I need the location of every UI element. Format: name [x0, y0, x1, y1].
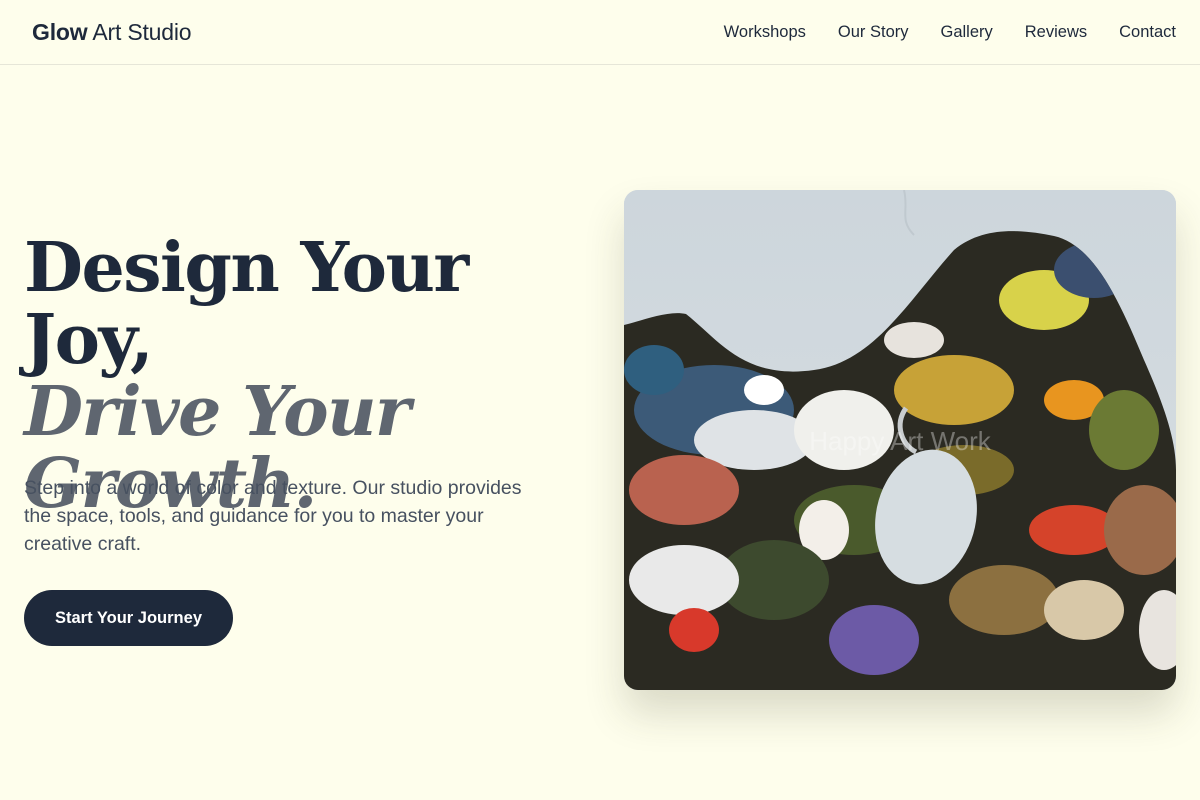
paint-palette-illustration: Happy Art Work	[624, 190, 1176, 690]
hero-image-paint-palette: Happy Art Work	[624, 190, 1176, 690]
image-watermark: Happy Art Work	[809, 426, 992, 456]
logo-light-text: Art Studio	[92, 18, 192, 45]
hero-subtitle: Step into a world of color and texture. …	[24, 477, 522, 555]
nav-link-our-story[interactable]: Our Story	[838, 23, 909, 42]
site-logo[interactable]: Glow Art Studio	[32, 18, 192, 46]
site-header: Glow Art Studio Workshops Our Story Gall…	[0, 0, 1200, 65]
hero-title-line1: Design Your Joy,	[24, 228, 469, 380]
nav-link-reviews[interactable]: Reviews	[1025, 23, 1087, 42]
nav-link-contact[interactable]: Contact	[1119, 23, 1176, 42]
hero-title-line2a: Drive Your	[24, 372, 411, 452]
logo-bold-text: Glow	[32, 18, 88, 45]
main-nav: Workshops Our Story Gallery Reviews Cont…	[724, 23, 1176, 42]
start-journey-button[interactable]: Start Your Journey	[24, 590, 233, 646]
nav-link-workshops[interactable]: Workshops	[724, 23, 806, 42]
nav-link-gallery[interactable]: Gallery	[941, 23, 993, 42]
